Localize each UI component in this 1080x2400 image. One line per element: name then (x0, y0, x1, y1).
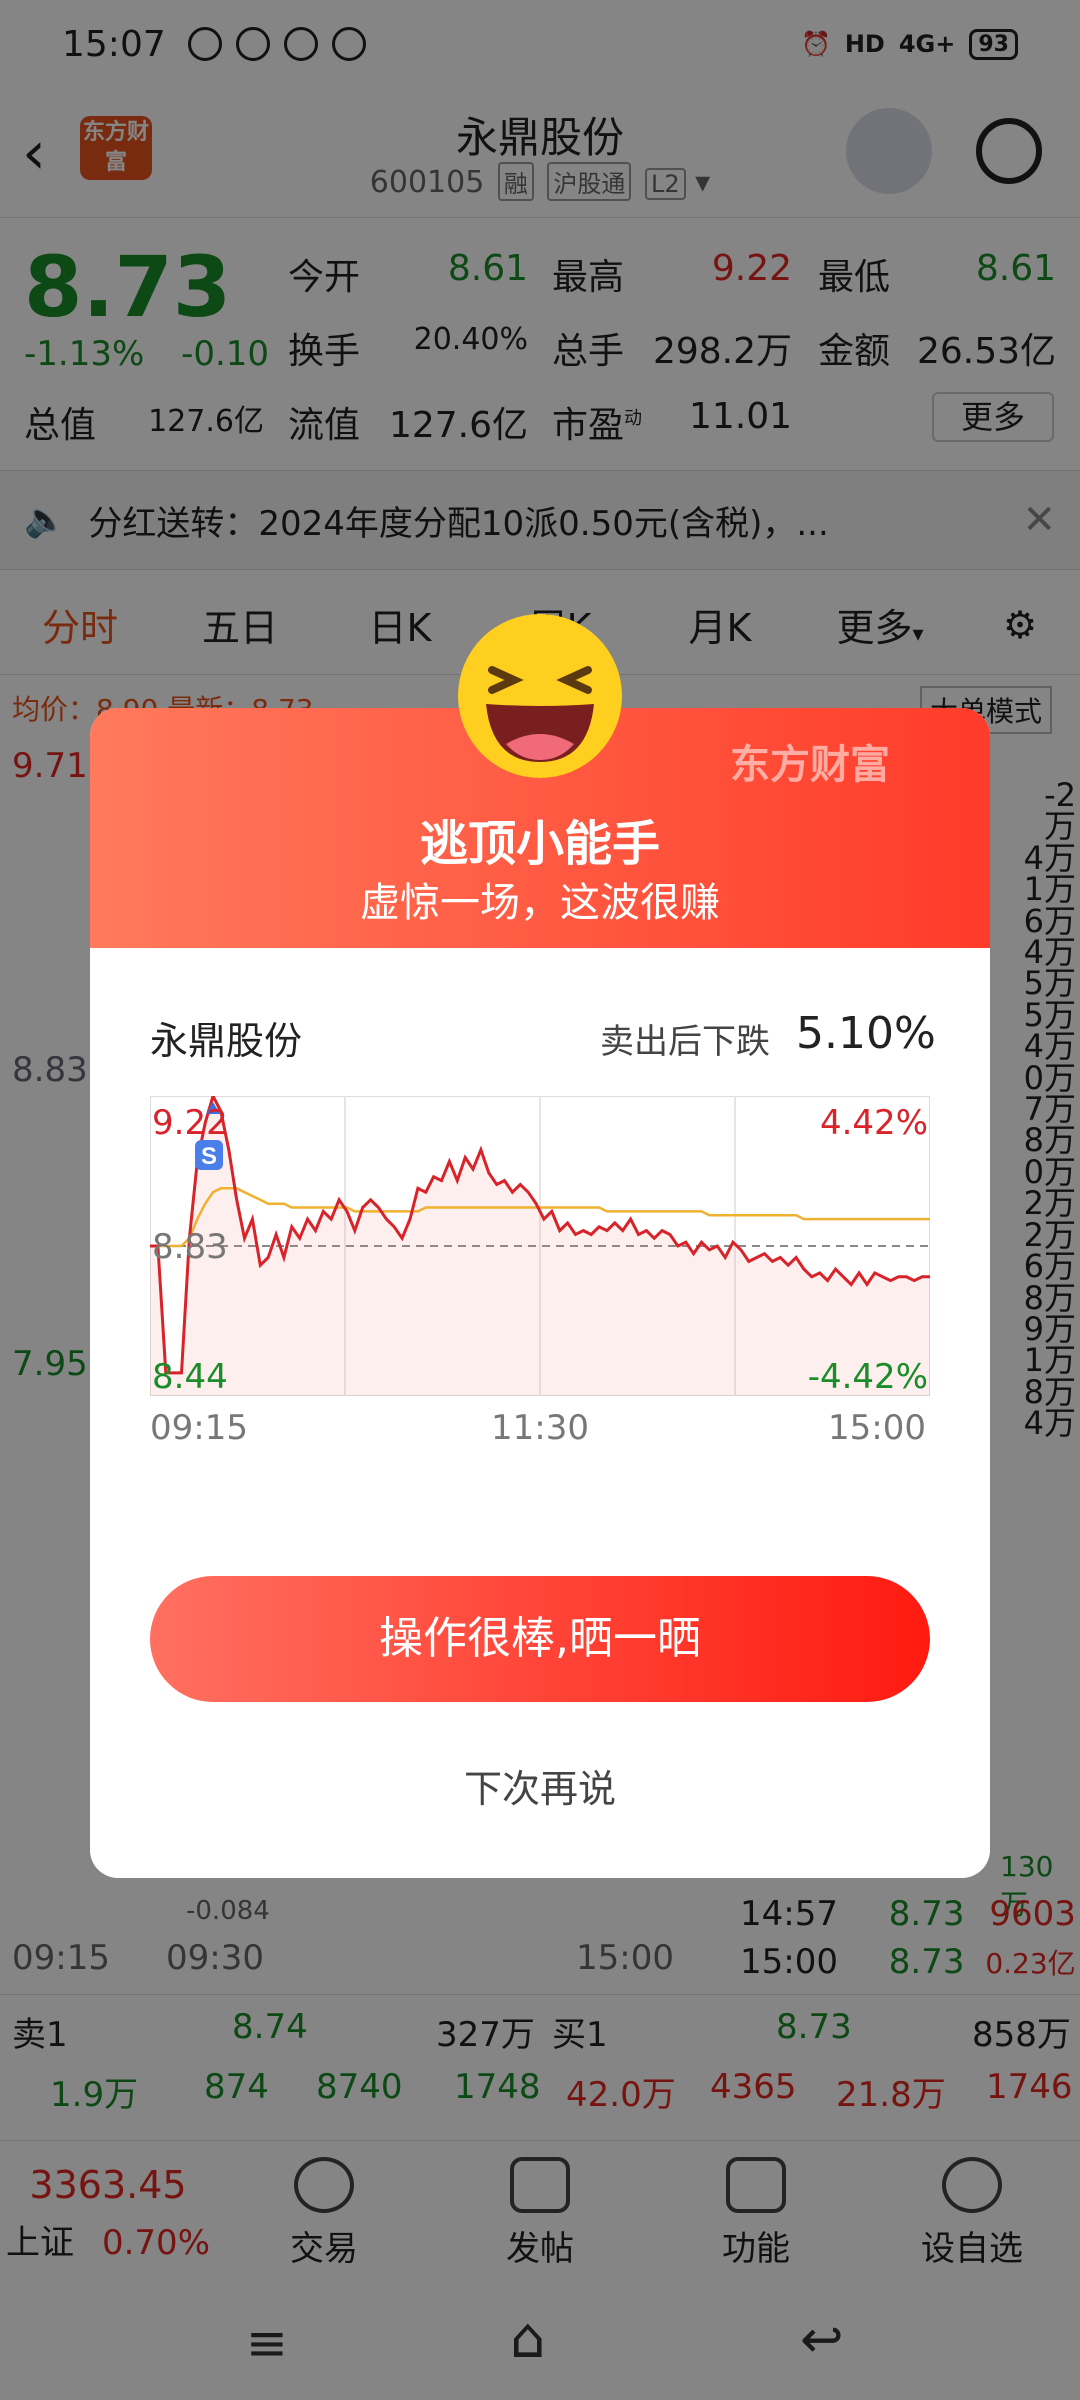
y-tick-right-bottom: -4.42% (808, 1357, 928, 1396)
y-tick-right-top: 4.42% (820, 1103, 928, 1143)
modal-stock-name: 永鼎股份 (150, 1019, 303, 1063)
x-tick: 15:00 (828, 1408, 926, 1448)
y-tick-bottom: 8.44 (152, 1357, 228, 1396)
share-button[interactable]: 操作很棒,晒一晒 (150, 1576, 930, 1702)
y-tick-mid: 8.83 (152, 1227, 228, 1267)
achievement-modal: 东方财富 逃顶小能手 虚惊一场，这波很赚 永鼎股份 卖出后下跌 5.10% S9… (90, 708, 990, 1878)
y-tick-top: 9.22 (152, 1103, 228, 1143)
drop-label: 卖出后下跌 (600, 1022, 770, 1062)
modal-title: 逃顶小能手 (419, 816, 660, 872)
drop-value: 5.10% (796, 1008, 936, 1059)
modal-subtitle: 虚惊一场，这波很赚 (360, 880, 720, 926)
brand-watermark: 东方财富 (730, 742, 890, 788)
sell-marker-label: S (201, 1143, 217, 1170)
intraday-chart: S9.22 8.83 8.44 4.42% -4.42% (150, 1096, 930, 1396)
later-button[interactable]: 下次再说 (90, 1758, 990, 1813)
laughing-emoji-icon (458, 614, 622, 778)
